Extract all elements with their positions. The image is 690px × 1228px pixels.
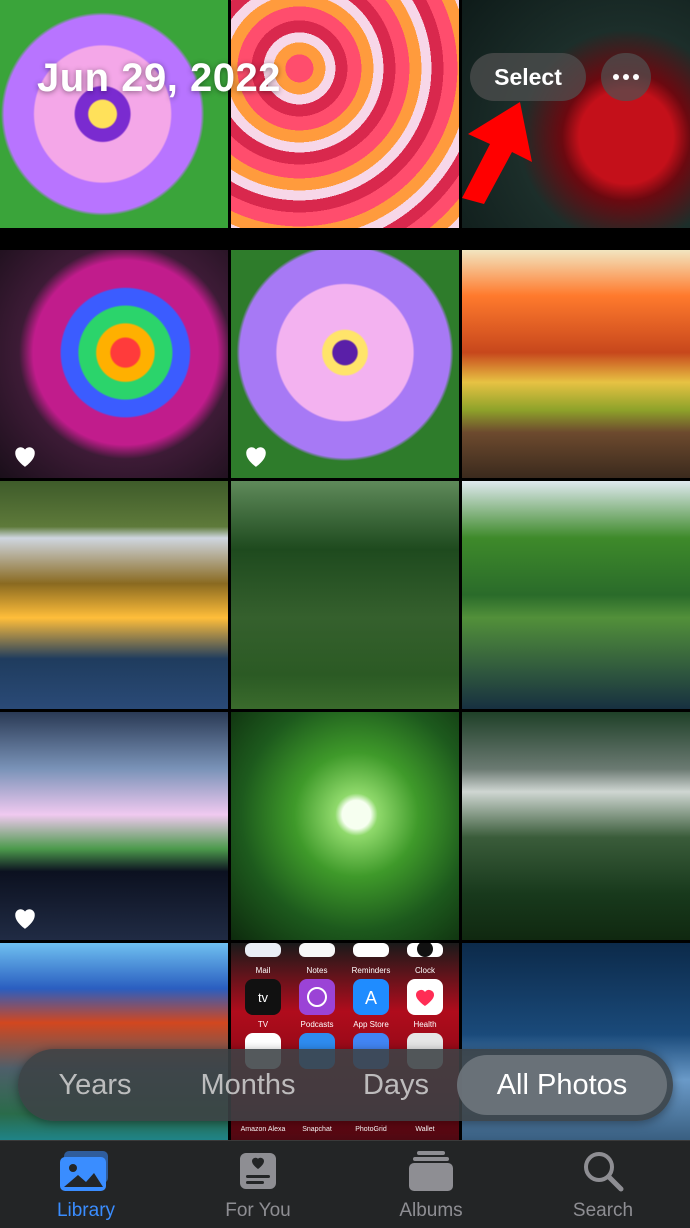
svg-text:Notes: Notes [307,966,328,975]
more-options-button[interactable] [601,53,651,101]
date-title: Jun 29, 2022 [37,56,281,100]
tab-for-you[interactable]: For You [198,1141,318,1228]
svg-text:Snapchat: Snapchat [302,1126,332,1133]
red-arrow-annotation [462,102,532,204]
svg-text:Reminders: Reminders [352,966,391,975]
tab-bar: Library For You Albums Search [0,1140,690,1228]
segment-all-photos[interactable]: All Photos [457,1055,667,1115]
photo-tile[interactable] [0,712,228,940]
search-icon [584,1152,624,1192]
svg-text:A: A [365,988,377,1008]
for-you-icon [240,1153,276,1189]
svg-text:TV: TV [258,1020,269,1029]
tab-albums[interactable]: Albums [371,1141,491,1228]
photos-stack-icon [60,1151,108,1191]
photo-tile[interactable] [462,250,690,478]
select-button[interactable]: Select [470,53,586,101]
photo-tile[interactable] [231,481,459,709]
photo-grid: Mail Notes Reminders Clock tv A TV Podca… [0,0,690,1171]
more-dots-icon [613,74,619,80]
svg-text:Podcasts: Podcasts [301,1020,334,1029]
tab-library[interactable]: Library [26,1141,146,1228]
favorite-heart-icon [15,447,35,467]
photo-tile[interactable] [462,481,690,709]
svg-text:PhotoGrid: PhotoGrid [355,1126,387,1133]
svg-text:Clock: Clock [415,966,436,975]
favorite-heart-icon [15,909,35,929]
photo-tile[interactable] [231,250,459,478]
photo-tile[interactable] [231,0,459,228]
segment-months[interactable]: Months [178,1049,318,1121]
svg-text:Amazon Alexa: Amazon Alexa [241,1126,286,1133]
svg-text:tv: tv [258,990,269,1005]
albums-icon [409,1151,453,1191]
tab-search[interactable]: Search [543,1141,663,1228]
view-segmented-control: Years Months Days All Photos [18,1049,673,1121]
svg-text:Mail: Mail [256,966,271,975]
photo-tile[interactable] [0,250,228,478]
svg-text:Wallet: Wallet [415,1126,434,1133]
photo-tile[interactable] [0,481,228,709]
photo-tile[interactable] [0,0,228,228]
favorite-heart-icon [246,447,266,467]
segment-days[interactable]: Days [336,1049,456,1121]
svg-text:App Store: App Store [353,1020,389,1029]
segment-years[interactable]: Years [28,1049,162,1121]
photo-tile[interactable] [462,712,690,940]
svg-text:Health: Health [413,1020,436,1029]
photo-tile[interactable] [231,712,459,940]
